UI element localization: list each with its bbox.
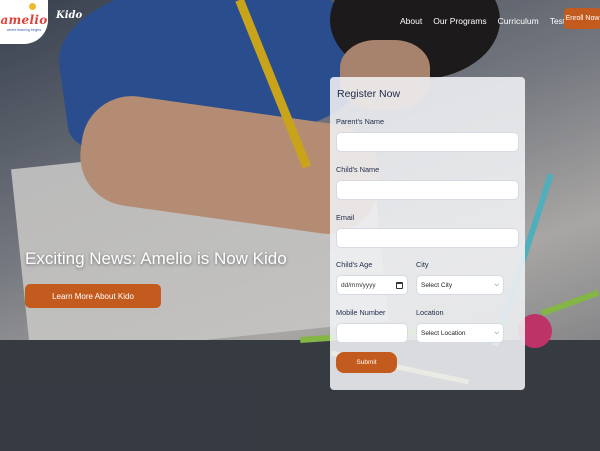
city-selected-value: Select City bbox=[421, 281, 453, 289]
city-label: City bbox=[416, 260, 429, 269]
chevron-down-icon: ⌵ bbox=[494, 329, 499, 336]
child-age-label: Child's Age bbox=[336, 260, 373, 269]
logo-star-icon bbox=[29, 3, 36, 10]
location-label: Location bbox=[416, 308, 444, 317]
chevron-down-icon: ⌵ bbox=[494, 281, 499, 288]
city-select[interactable]: Select City ⌵ bbox=[416, 275, 504, 295]
hero-headline: Exciting News: Amelio is Now Kido bbox=[25, 249, 287, 268]
nav-item-our-programs[interactable]: Our Programs bbox=[433, 16, 486, 26]
parent-name-input[interactable] bbox=[336, 132, 519, 152]
calendar-icon[interactable] bbox=[396, 281, 403, 289]
child-name-label: Child's Name bbox=[336, 165, 380, 174]
nav-item-curriculum[interactable]: Curriculum bbox=[498, 16, 539, 26]
registration-form: Register Now Parent's Name Child's Name … bbox=[330, 77, 525, 390]
mobile-number-label: Mobile Number bbox=[336, 308, 386, 317]
child-name-input[interactable] bbox=[336, 180, 519, 200]
email-label: Email bbox=[336, 213, 355, 222]
mobile-number-input[interactable] bbox=[336, 323, 408, 343]
date-placeholder: dd/mm/yyyy bbox=[341, 281, 376, 289]
location-select[interactable]: Select Location ⌵ bbox=[416, 323, 504, 343]
brand-secondary-name: Kido bbox=[56, 10, 83, 21]
child-age-date-input[interactable]: dd/mm/yyyy bbox=[336, 275, 408, 295]
logo-tagline: where learning begins bbox=[6, 27, 42, 32]
parent-name-label: Parent's Name bbox=[336, 117, 385, 126]
submit-button[interactable]: Submit bbox=[336, 352, 397, 373]
learn-more-button[interactable]: Learn More About Kido bbox=[25, 284, 161, 308]
form-title: Register Now bbox=[337, 88, 401, 100]
location-selected-value: Select Location bbox=[421, 329, 466, 337]
email-input[interactable] bbox=[336, 228, 519, 248]
enroll-now-button[interactable]: Enroll Now bbox=[564, 8, 600, 29]
nav-item-about[interactable]: About bbox=[400, 16, 422, 26]
logo-text: amelio bbox=[0, 12, 48, 27]
